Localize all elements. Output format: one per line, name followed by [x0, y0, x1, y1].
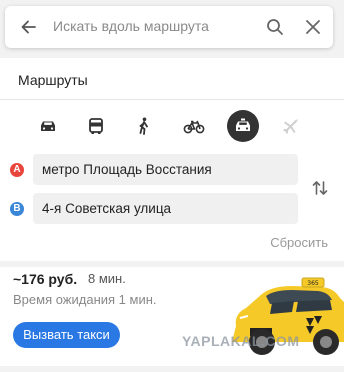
- close-icon[interactable]: [303, 17, 323, 37]
- transport-modes: [0, 108, 344, 144]
- watermark: YAPLAKAL.COM: [182, 333, 300, 349]
- point-a-badge: A: [10, 163, 24, 177]
- taxi-icon: [236, 118, 250, 131]
- search-icon[interactable]: [265, 17, 285, 37]
- search-card[interactable]: Искать вдоль маршрута: [5, 6, 333, 48]
- call-taxi-button[interactable]: Вызвать такси: [13, 322, 120, 348]
- mode-bike[interactable]: [177, 110, 209, 142]
- taxi-wait-time: Время ожидания 1 мин.: [13, 292, 157, 307]
- divider: [0, 261, 344, 267]
- mode-car[interactable]: [32, 110, 64, 142]
- svg-text:365: 365: [307, 280, 319, 287]
- search-input[interactable]: Искать вдоль маршрута: [53, 18, 209, 34]
- mode-transit[interactable]: [80, 110, 112, 142]
- mode-taxi[interactable]: [227, 110, 259, 142]
- walking-person-icon: [139, 117, 148, 135]
- divider: [0, 366, 344, 372]
- point-b-badge: B: [10, 202, 24, 216]
- divider: [0, 99, 344, 100]
- routes-title: Маршруты: [18, 72, 88, 88]
- bicycle-icon: [183, 120, 205, 134]
- swap-arrows-icon[interactable]: [310, 178, 330, 198]
- top-bar: Искать вдоль маршрута: [0, 0, 344, 58]
- mode-walk[interactable]: [128, 110, 160, 142]
- reset-link[interactable]: Сбросить: [270, 235, 328, 250]
- point-b-field[interactable]: 4-я Советская улица: [33, 193, 298, 224]
- car-icon: [41, 121, 55, 131]
- bus-icon: [89, 118, 103, 134]
- taxi-duration: 8 мин.: [88, 271, 126, 286]
- airplane-icon: [283, 119, 298, 134]
- mode-plane[interactable]: [275, 110, 307, 142]
- taxi-price: ~176 руб.: [13, 271, 78, 287]
- point-a-field[interactable]: метро Площадь Восстания: [33, 154, 298, 185]
- arrow-left-icon[interactable]: [19, 17, 39, 37]
